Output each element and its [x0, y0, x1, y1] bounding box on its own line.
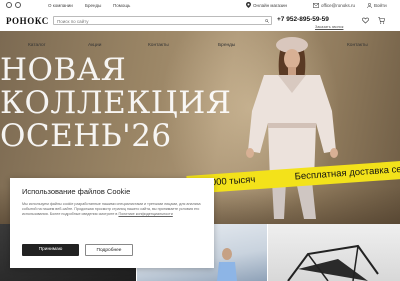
- nav-item-sales[interactable]: Акции: [88, 43, 101, 48]
- hero-title-line-2: КОЛЛЕКЦИЯ: [0, 85, 232, 121]
- nav-item-contacts[interactable]: Контакты: [148, 43, 169, 48]
- cookie-more-button[interactable]: Подробнее: [85, 244, 133, 256]
- privacy-policy-link[interactable]: Политике конфиденциальности: [118, 212, 172, 216]
- top-bar: О компании Бренды Помощь Онлайн магазин …: [0, 0, 400, 11]
- cookie-title: Использование файлов Cookie: [22, 187, 131, 196]
- telegram-icon[interactable]: [6, 2, 12, 8]
- accept-cookies-button[interactable]: Принимаю: [22, 244, 79, 256]
- chair-photo: [287, 244, 379, 281]
- nav-item-brands[interactable]: Бренды: [218, 43, 235, 48]
- search-icon[interactable]: [265, 19, 269, 23]
- header: РОНОКС Поиск по сайту +7 952-895-59-59 З…: [0, 11, 400, 31]
- heart-icon[interactable]: [362, 17, 369, 24]
- vk-icon[interactable]: [15, 2, 21, 8]
- cookie-text: Мы используем файлы cookie разработанные…: [22, 202, 208, 217]
- promo-ribbon-right: Бесплатная доставка сер: [294, 163, 400, 183]
- topbar-link-about[interactable]: О компании: [48, 3, 73, 8]
- main-nav: Каталог Акции Контакты Бренды Контакты: [0, 40, 400, 50]
- phone-number[interactable]: +7 952-895-59-59: [277, 16, 329, 23]
- hero-title-line-3: ОСЕНЬ'26: [0, 118, 172, 154]
- model-photo: [246, 37, 338, 219]
- location-text[interactable]: Онлайн магазин: [253, 3, 287, 8]
- user-icon: [367, 3, 372, 8]
- model-photo-2: [217, 248, 237, 281]
- product-thumb-3[interactable]: [268, 224, 400, 281]
- nav-item-contacts-2[interactable]: Контакты: [347, 43, 368, 48]
- search-input[interactable]: Поиск по сайту: [53, 16, 272, 25]
- cookie-body: Мы используем файлы cookie разработанные…: [22, 202, 201, 216]
- cookie-dialog: Использование файлов Cookie Мы используе…: [10, 178, 214, 268]
- cart-icon[interactable]: [378, 17, 385, 24]
- hero-title-line-1: НОВАЯ: [0, 52, 127, 88]
- topbar-link-brands[interactable]: Бренды: [85, 3, 101, 8]
- location-pin-icon: [246, 2, 251, 8]
- mail-icon: [313, 3, 319, 8]
- callback-link[interactable]: Заказать звонок: [315, 25, 343, 29]
- topbar-link-help[interactable]: Помощь: [113, 3, 130, 8]
- login-link[interactable]: Войти: [374, 3, 387, 8]
- nav-item-catalog[interactable]: Каталог: [28, 43, 45, 48]
- logo[interactable]: РОНОКС: [6, 16, 49, 26]
- email-link[interactable]: office@ronoks.ru: [321, 3, 355, 8]
